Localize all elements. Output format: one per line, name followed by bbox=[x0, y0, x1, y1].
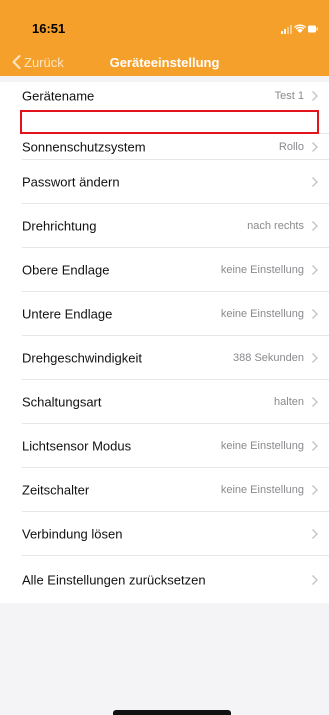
chevron-right-icon bbox=[311, 176, 319, 188]
home-indicator bbox=[113, 710, 231, 715]
row-label: Verbindung lösen bbox=[22, 526, 123, 542]
chevron-right-icon bbox=[311, 264, 319, 276]
row-label: Drehgeschwindigkeit bbox=[22, 350, 142, 366]
chevron-right-icon bbox=[311, 528, 319, 540]
page-title: Geräteeinstellung bbox=[109, 55, 220, 70]
chevron-right-icon bbox=[311, 440, 319, 452]
settings-row-zuruecksetzen[interactable]: Alle Einstellungen zurücksetzen bbox=[0, 556, 329, 603]
chevron-right-icon bbox=[311, 90, 319, 102]
chevron-right-icon bbox=[311, 220, 319, 232]
settings-row-schaltungsart[interactable]: Schaltungsart halten bbox=[0, 380, 329, 424]
row-label: Gerätename bbox=[22, 88, 95, 104]
row-value: nach rechts bbox=[247, 220, 304, 232]
status-time: 16:51 bbox=[32, 21, 66, 36]
signal-wifi-battery-icon bbox=[281, 24, 318, 34]
row-label: Zeitschalter bbox=[22, 482, 90, 498]
row-value: keine Einstellung bbox=[220, 440, 304, 452]
chevron-right-icon bbox=[311, 308, 319, 320]
settings-row-verbindung[interactable]: Verbindung lösen bbox=[0, 512, 329, 556]
status-bar: 16:51 bbox=[0, 0, 329, 44]
row-label: Sonnenschutzsystem bbox=[22, 139, 146, 155]
status-icons bbox=[281, 23, 319, 35]
row-label: Lichtsensor Modus bbox=[22, 438, 132, 454]
chevron-right-icon bbox=[311, 574, 319, 586]
row-value: keine Einstellung bbox=[220, 264, 304, 276]
row-value: Test 1 bbox=[274, 90, 304, 102]
row-value: Rollo bbox=[278, 141, 304, 153]
highlight-box bbox=[20, 110, 319, 134]
chevron-right-icon bbox=[311, 484, 319, 496]
settings-row-sonnenschutzsystem[interactable]: Sonnenschutzsystem Rollo bbox=[0, 134, 329, 160]
settings-list: Gerätename Test 1 Sonnenschutzsystem Rol… bbox=[0, 82, 329, 603]
row-value: halten bbox=[274, 396, 304, 408]
chevron-right-icon bbox=[311, 396, 319, 408]
settings-row-zeitschalter[interactable]: Zeitschalter keine Einstellung bbox=[0, 468, 329, 512]
settings-row-passwort[interactable]: Passwort ändern bbox=[0, 160, 329, 204]
row-label: Passwort ändern bbox=[22, 174, 120, 190]
settings-row-lichtsensor[interactable]: Lichtsensor Modus keine Einstellung bbox=[0, 424, 329, 468]
row-value: keine Einstellung bbox=[220, 308, 304, 320]
app-header: 16:51 Zurück Geräteeinstellung bbox=[0, 0, 329, 76]
settings-row-obere-endlage[interactable]: Obere Endlage keine Einstellung bbox=[0, 248, 329, 292]
settings-row-untere-endlage[interactable]: Untere Endlage keine Einstellung bbox=[0, 292, 329, 336]
row-value: 388 Sekunden bbox=[233, 352, 304, 364]
row-label: Schaltungsart bbox=[22, 394, 102, 410]
settings-row-geraetename[interactable]: Gerätename Test 1 bbox=[0, 82, 329, 110]
row-value: keine Einstellung bbox=[220, 484, 304, 496]
settings-row-drehrichtung[interactable]: Drehrichtung nach rechts bbox=[0, 204, 329, 248]
row-label: Alle Einstellungen zurücksetzen bbox=[22, 572, 206, 587]
settings-row-drehgeschwindigkeit[interactable]: Drehgeschwindigkeit 388 Sekunden bbox=[0, 336, 329, 380]
row-label: Drehrichtung bbox=[22, 218, 97, 234]
navigation-bar: Zurück Geräteeinstellung bbox=[0, 46, 329, 76]
row-label: Obere Endlage bbox=[22, 262, 110, 278]
row-label: Untere Endlage bbox=[22, 306, 113, 322]
chevron-right-icon bbox=[311, 141, 319, 153]
chevron-right-icon bbox=[311, 352, 319, 364]
